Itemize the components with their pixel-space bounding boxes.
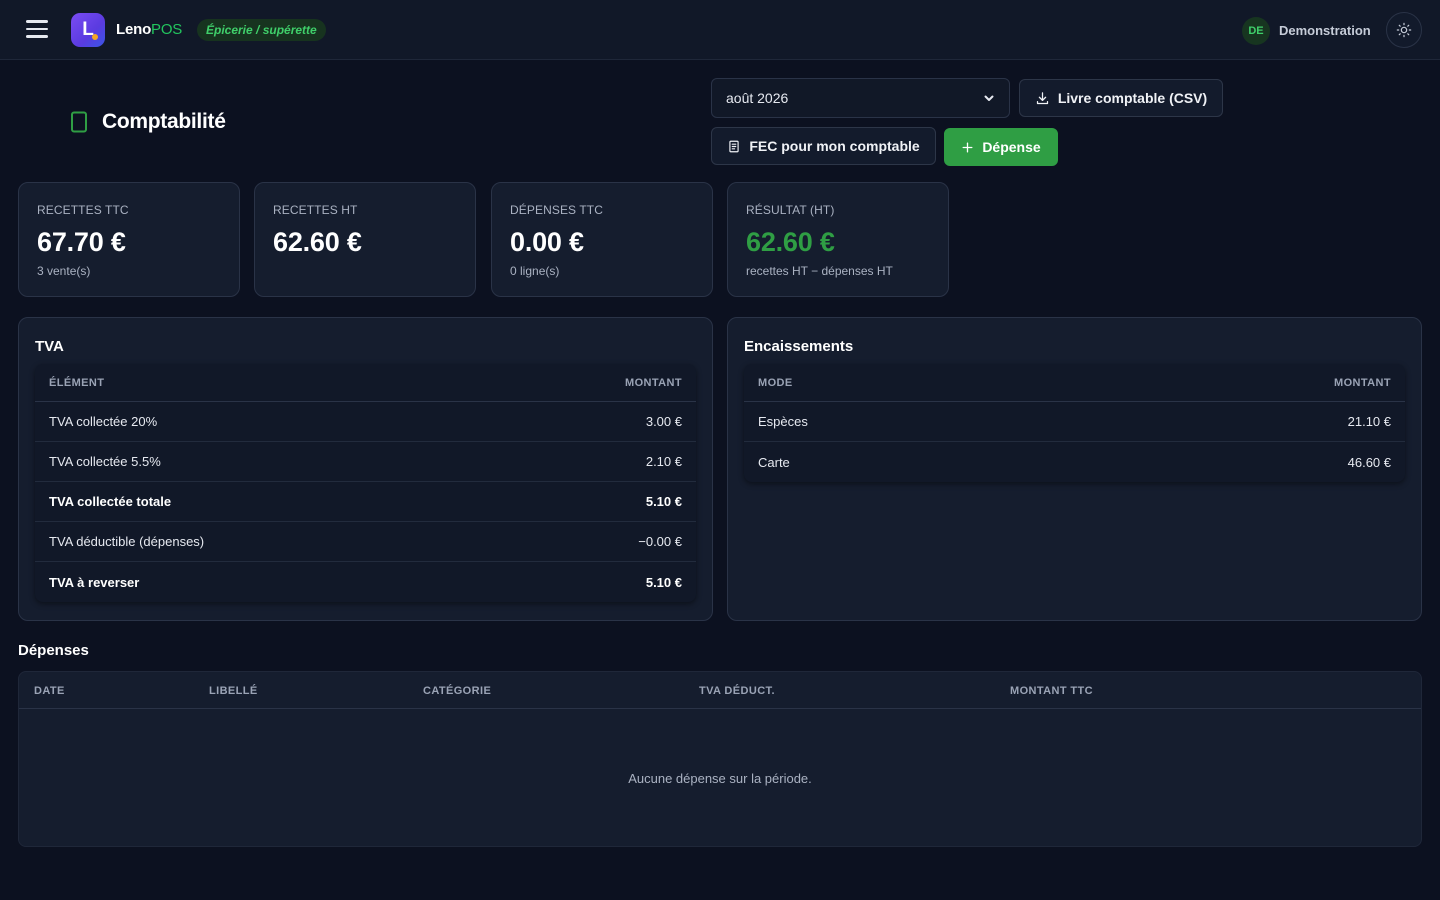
kpi-subtext: 0 ligne(s) [510,264,560,278]
tva-panel: TVA Élément Montant TVA collectée 20% 3.… [18,317,713,621]
kpi-label: Recettes TTC [37,203,129,217]
page-title: Comptabilité [102,110,226,133]
row-label: TVA collectée totale [49,494,172,509]
row-label: TVA à reverser [49,574,140,590]
kpi-subtext: 3 vente(s) [37,264,91,278]
row-amount: 5.10 € [645,494,682,509]
menu-icon[interactable] [26,20,48,38]
kpi-value: 67.70 € [37,227,126,257]
smartphone-icon [71,111,87,133]
fec-export-label: FEC pour mon comptable [749,138,920,154]
fec-export-button[interactable]: FEC pour mon comptable [711,127,936,165]
page-header: Comptabilité [70,110,226,134]
add-expense-label: Dépense [982,139,1041,155]
table-row: TVA collectée 20% 3.00 € [35,402,696,442]
table-row: Espèces 21.10 € [744,402,1405,442]
table-header: Mode Montant [744,364,1405,402]
top-bar: L LenoPOS Épicerie / supérette DE Demons… [0,0,1440,60]
kpi-card-recettes-ttc: Recettes TTC 67.70 € 3 vente(s) [18,182,240,297]
kpi-label: Résultat (HT) [746,203,835,217]
export-csv-button[interactable]: Livre comptable (CSV) [1019,79,1223,117]
column-header-montant: Montant [1334,376,1391,389]
depenses-title: Dépenses [18,642,89,659]
row-label: Carte [758,454,790,470]
store-type-badge: Épicerie / supérette [197,19,326,41]
row-label: TVA collectée 20% [49,414,158,429]
avatar[interactable]: DE [1242,17,1270,45]
table-row: Carte 46.60 € [744,442,1405,482]
kpi-value: 0.00 € [510,227,584,257]
download-icon [1036,91,1048,104]
tva-table: Élément Montant TVA collectée 20% 3.00 €… [35,364,696,602]
kpi-value: 62.60 € [273,227,362,257]
column-header-date[interactable]: Date [34,685,65,697]
kpi-card-depenses-ttc: Dépenses TTC 0.00 € 0 ligne(s) [491,182,713,297]
row-amount: 46.60 € [1347,454,1391,470]
table-header: Date Libellé Catégorie TVA déduct. Monta… [19,672,1421,709]
brand-name-part2: POS [151,21,183,38]
table-row: TVA à reverser 5.10 € [35,562,696,602]
add-expense-button[interactable]: Dépense [944,128,1058,166]
kpi-label: Dépenses TTC [510,203,603,217]
row-amount: −0.00 € [638,534,682,549]
sun-icon [1396,22,1412,38]
depenses-table: Date Libellé Catégorie TVA déduct. Monta… [18,671,1422,847]
brand-logo[interactable]: L [71,13,105,47]
month-select[interactable]: août 2026 [711,78,1010,118]
table-row: TVA collectée 5.5% 2.10 € [35,442,696,482]
table-header: Élément Montant [35,364,696,402]
kpi-value: 62.60 € [746,227,835,257]
encaissements-table: Mode Montant Espèces 21.10 € Carte 46.60… [744,364,1405,482]
brand-name[interactable]: LenoPOS [116,21,182,38]
row-amount: 5.10 € [645,574,682,590]
row-amount: 3.00 € [645,414,682,429]
row-label: Espèces [758,414,808,429]
table-row: TVA collectée totale 5.10 € [35,482,696,522]
column-header-element: Élément [49,376,105,389]
encaissements-title: Encaissements [744,338,854,355]
row-label: TVA déductible (dépenses) [49,534,205,549]
column-header-montant-ttc[interactable]: Montant TTC [1010,685,1093,697]
brand-name-part1: Leno [116,21,152,38]
month-select-value: août 2026 [726,90,789,106]
kpi-label: Recettes HT [273,203,358,217]
column-header-montant: Montant [625,376,682,389]
kpi-subtext: recettes HT − dépenses HT [746,264,893,278]
column-header-categorie[interactable]: Catégorie [423,685,491,697]
row-label: TVA collectée 5.5% [49,454,161,469]
empty-state-message: Aucune dépense sur la période. [628,771,812,786]
logo-dot [92,34,98,40]
kpi-card-resultat-ht: Résultat (HT) 62.60 € recettes HT − dépe… [727,182,949,297]
theme-toggle-button[interactable] [1386,12,1422,48]
export-csv-label: Livre comptable (CSV) [1057,90,1208,106]
column-header-libelle[interactable]: Libellé [209,685,258,697]
document-icon [729,140,739,152]
row-amount: 2.10 € [645,454,682,469]
chevron-down-icon [984,95,994,101]
tva-title: TVA [35,338,64,355]
user-name[interactable]: Demonstration [1279,23,1371,38]
kpi-card-recettes-ht: Recettes HT 62.60 € [254,182,476,297]
column-header-tva-deduct[interactable]: TVA déduct. [699,685,775,697]
table-row: TVA déductible (dépenses) −0.00 € [35,522,696,562]
column-header-mode: Mode [758,376,793,389]
encaissements-panel: Encaissements Mode Montant Espèces 21.10… [727,317,1422,621]
plus-icon [962,142,973,152]
row-amount: 21.10 € [1347,414,1391,429]
